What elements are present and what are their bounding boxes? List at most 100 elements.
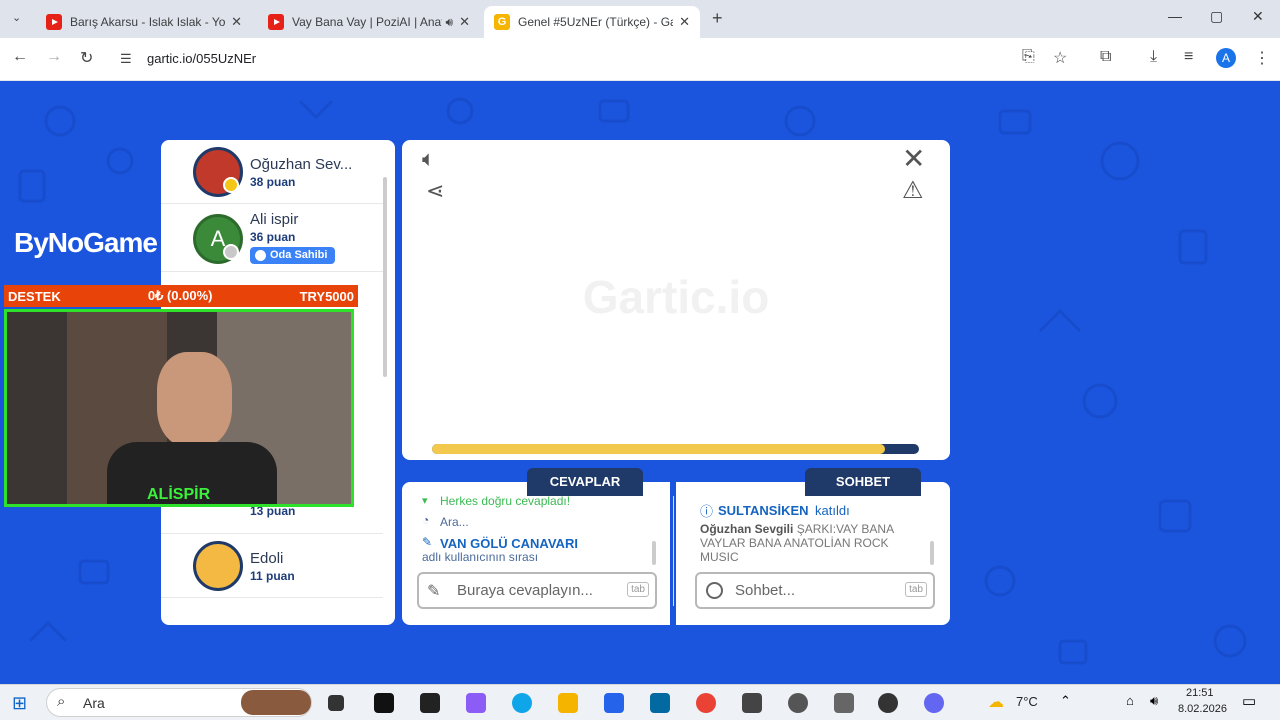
join-user: SULTANSİKEN — [718, 503, 809, 518]
maximize-icon[interactable]: ▢ — [1210, 8, 1223, 25]
players-scrollbar[interactable] — [383, 177, 387, 377]
discord-icon[interactable] — [924, 693, 944, 713]
tab-key-hint: tab — [627, 582, 649, 597]
reload-icon[interactable]: ↻ — [80, 48, 93, 68]
speaker-icon[interactable]: 🔊︎ — [446, 15, 454, 30]
search-icon: ⌕ — [57, 693, 66, 710]
chat-input[interactable]: Sohbet... tab — [695, 572, 935, 609]
player-row: A Ali ispir 36 puan Oda Sahibi — [161, 204, 383, 272]
tab-answers[interactable]: CEVAPLAR — [527, 468, 643, 496]
drawing-canvas[interactable]: 🔈︎ ⋖ ✕ ⚠︎ Gartic.io — [402, 140, 950, 460]
room-owner-badge: Oda Sahibi — [250, 247, 336, 264]
store-icon[interactable] — [604, 693, 624, 713]
answer-placeholder: Buraya cevaplayın... — [457, 582, 593, 599]
status-dot — [223, 177, 239, 193]
clock-time: 21:51 — [1186, 687, 1214, 699]
youtube-icon — [268, 14, 284, 30]
pencil-icon: ✎ — [422, 535, 433, 549]
timer-bar — [432, 444, 919, 454]
donation-label: DESTEK — [8, 288, 61, 304]
profile-avatar[interactable]: A — [1216, 48, 1236, 68]
file-explorer-icon[interactable] — [558, 693, 578, 713]
stream-logo: ByNoGame — [14, 227, 158, 258]
close-window-icon[interactable]: ✕ — [1252, 8, 1264, 25]
tab-search-icon[interactable]: ⌄ — [12, 11, 21, 24]
check-icon: ▾ — [422, 495, 428, 507]
forward-icon[interactable]: → — [46, 48, 62, 66]
player-row: Edoli 11 puan — [161, 534, 383, 598]
clock-icon: ◔ — [422, 513, 430, 527]
chrome-icon[interactable] — [696, 693, 716, 713]
player-row: Oğuzhan Sev... 38 puan — [161, 140, 383, 204]
close-icon[interactable]: ✕ — [902, 142, 925, 175]
taskbar: ⊞ ⌕ Ara ☁ 7°C ⌃ ⌂ 🔊︎ 21:51 8.02.2026 ▭ — [0, 684, 1280, 720]
minimize-icon[interactable]: — — [1168, 8, 1182, 24]
answer-line-correct: Herkes doğru cevapladı! — [440, 494, 571, 508]
player-name: Ali ispir — [250, 211, 299, 228]
chat-scrollbar[interactable] — [930, 541, 934, 565]
pencil-icon: ✎ — [427, 583, 441, 600]
edge-icon[interactable] — [512, 693, 532, 713]
task-view-icon[interactable] — [328, 695, 344, 711]
calculator-icon[interactable] — [834, 693, 854, 713]
close-tab-icon[interactable]: ✕ — [679, 14, 690, 30]
gartic-icon: G — [494, 14, 510, 30]
report-icon[interactable]: ⚠︎ — [902, 176, 924, 205]
cam-name: ALİSPİR — [147, 486, 211, 503]
sound-icon[interactable]: 🔈︎ — [422, 146, 435, 172]
notification-icon[interactable]: ▭ — [1242, 692, 1256, 710]
tab-title: Vay Bana Vay | PoziAI | Anat — [292, 15, 442, 29]
tab-2[interactable]: Vay Bana Vay | PoziAI | Anat 🔊︎ ✕ — [258, 6, 480, 38]
install-icon[interactable]: ⎘ — [1022, 48, 1035, 66]
url-input[interactable]: gartic.io/055UzNEr — [147, 51, 256, 66]
media-control-icon[interactable]: ≡ — [1184, 48, 1193, 66]
close-tab-icon[interactable]: ✕ — [231, 14, 242, 30]
extensions-icon[interactable]: ⧉ — [1100, 48, 1111, 66]
download-icon[interactable]: ⤓ — [1150, 48, 1157, 66]
davinci-icon[interactable] — [742, 693, 762, 713]
player-score: 11 puan — [250, 569, 295, 583]
turn-text: adlı kullanıcının sırası — [422, 550, 539, 564]
volume-icon[interactable]: 🔊︎ — [1150, 693, 1158, 709]
chat-message: Oğuzhan Sevgili ŞARKI:VAY BANA VAYLAR BA… — [700, 522, 928, 564]
network-icon[interactable]: ⌂ — [1126, 693, 1134, 708]
outlook-icon[interactable] — [650, 693, 670, 713]
panel-divider — [673, 496, 674, 606]
info-icon: ⓘ — [700, 504, 714, 519]
join-text: katıldı — [815, 503, 850, 518]
weather-icon: ☁ — [988, 694, 1004, 711]
share-icon[interactable]: ⋖ — [426, 178, 444, 204]
settings-gear-icon[interactable] — [878, 693, 898, 713]
search-label: Ara — [83, 695, 105, 711]
chat-bubble-icon — [706, 582, 723, 599]
bookmark-star-icon[interactable]: ☆ — [1053, 48, 1067, 68]
tab-chat[interactable]: SOHBET — [805, 468, 921, 496]
answer-input[interactable]: ✎ Buraya cevaplayın... tab — [417, 572, 657, 609]
tiktok-icon[interactable] — [374, 693, 394, 713]
gartic-page: Oğuzhan Sev... 38 puan A Ali ispir 36 pu… — [0, 81, 1280, 684]
menu-icon[interactable]: ⋮ — [1254, 48, 1270, 68]
tab-1[interactable]: Barış Akarsu - Islak Islak - YouTu ✕ — [36, 6, 252, 38]
donation-bar: DESTEK 0₺ (0.00%) TRY5000 — [4, 285, 358, 307]
player-score: 36 puan — [250, 230, 296, 244]
cam-person — [157, 352, 232, 447]
timer-fill — [432, 444, 885, 454]
search-highlight-image — [241, 690, 311, 715]
epic-games-icon[interactable] — [420, 693, 440, 713]
new-tab-icon[interactable]: + — [712, 8, 723, 29]
status-dot — [223, 244, 239, 260]
clock-app-icon[interactable] — [788, 693, 808, 713]
site-info-icon[interactable]: ☰ — [120, 51, 132, 67]
answers-scrollbar[interactable] — [652, 541, 656, 565]
tray-chevron-icon[interactable]: ⌃ — [1060, 693, 1071, 709]
temperature: 7°C — [1016, 694, 1038, 709]
tab-3-active[interactable]: G Genel #5UzNEr (Türkçe) - Gartic ✕ — [484, 6, 700, 38]
player-name: Edoli — [250, 550, 284, 567]
start-icon[interactable]: ⊞ — [12, 693, 27, 714]
search-box[interactable]: ⌕ Ara — [46, 688, 312, 717]
close-tab-icon[interactable]: ✕ — [459, 14, 470, 30]
youtube-icon — [46, 14, 62, 30]
player-name: Oğuzhan Sev... — [250, 156, 353, 173]
back-icon[interactable]: ← — [12, 48, 28, 66]
copilot-icon[interactable] — [466, 693, 486, 713]
